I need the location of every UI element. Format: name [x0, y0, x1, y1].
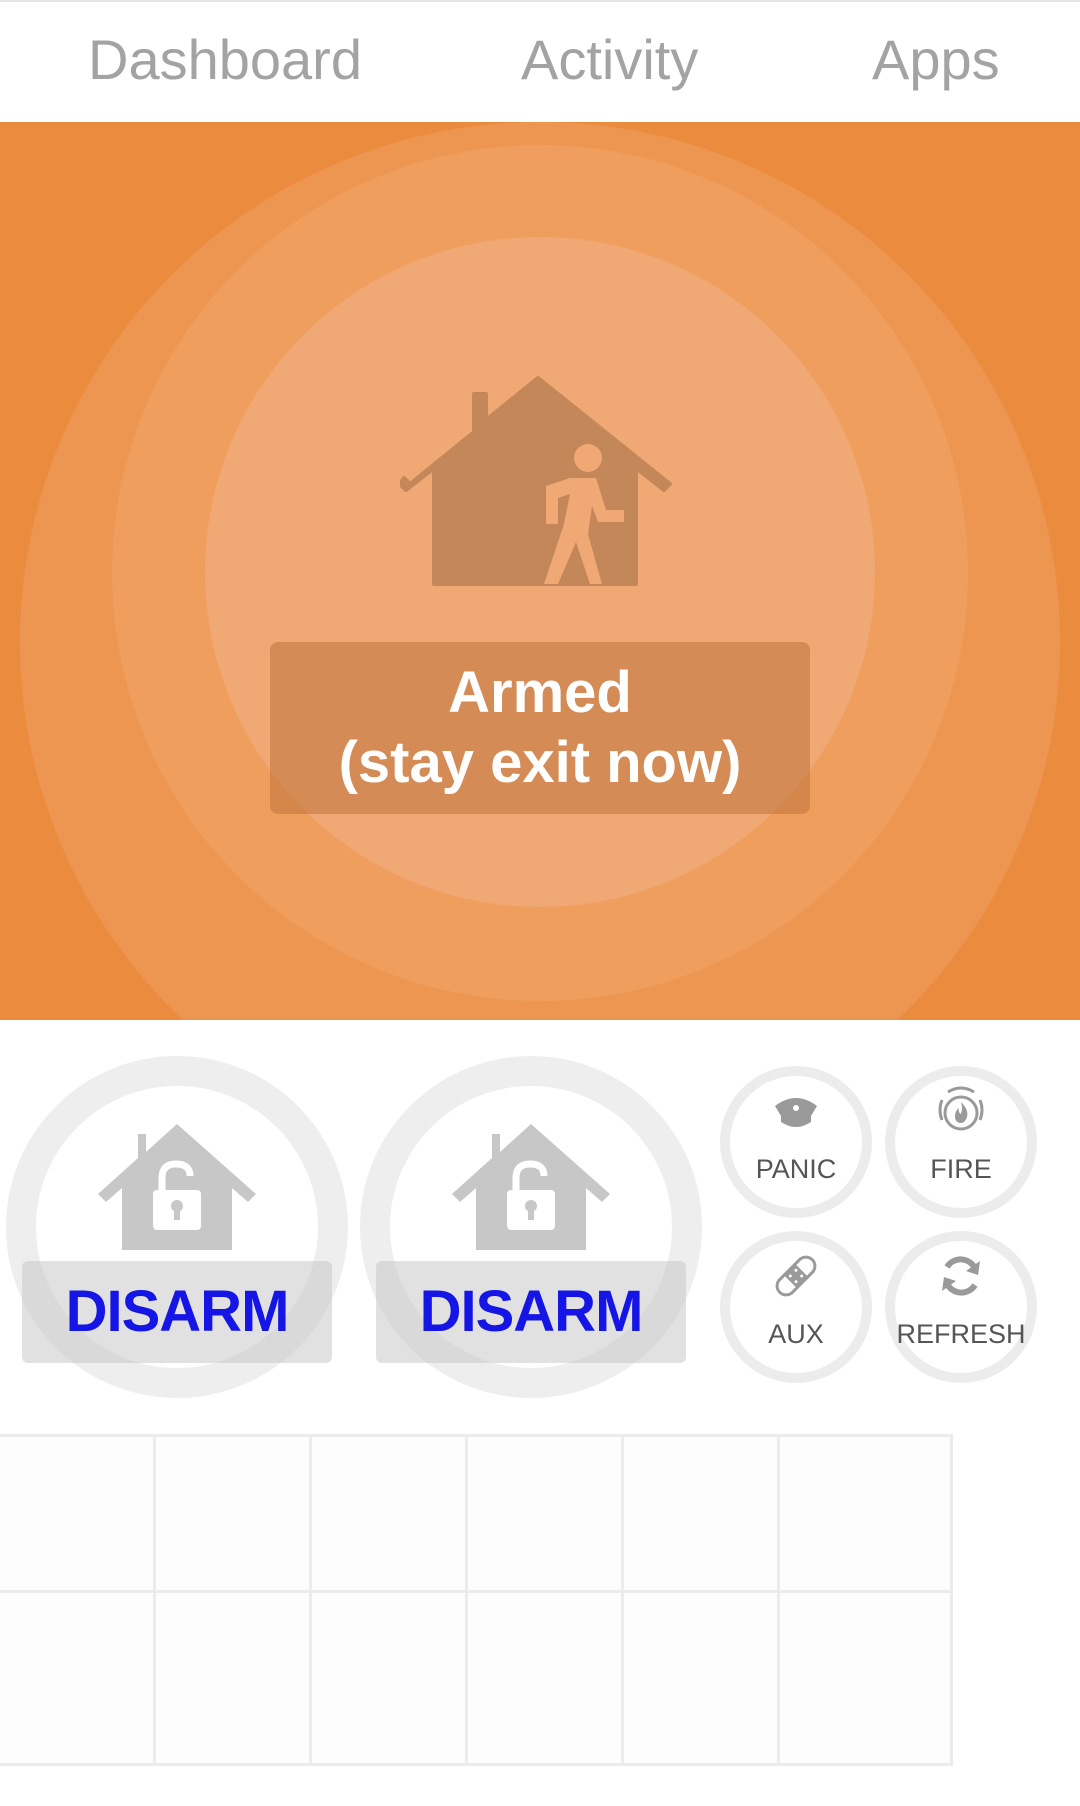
tab-activity[interactable]: Activity: [521, 28, 698, 92]
panic-label: PANIC: [755, 1154, 837, 1184]
police-cap-icon: [775, 1098, 817, 1127]
device-tile[interactable]: [153, 1590, 329, 1766]
device-tile[interactable]: [153, 1434, 329, 1610]
device-tile[interactable]: [777, 1434, 953, 1610]
status-subtitle: (stay exit now): [338, 730, 742, 795]
device-tile-grid: [0, 1434, 1080, 1806]
fire-icon: [938, 1086, 984, 1131]
device-tile[interactable]: [309, 1590, 485, 1766]
house-unlocked-icon: [452, 1124, 610, 1250]
top-navigation: Dashboard Activity Apps: [0, 0, 1080, 122]
house-unlocked-icon: [98, 1124, 256, 1250]
status-label: Armed (stay exit now): [270, 642, 810, 814]
device-tile[interactable]: [309, 1434, 485, 1610]
tab-apps[interactable]: Apps: [872, 28, 1000, 92]
device-tile[interactable]: [0, 1434, 173, 1610]
refresh-label: REFRESH: [896, 1319, 1026, 1349]
controls-panel: DISARM DISARM PANIC FIRE AUX REFRESH: [0, 1020, 1080, 1440]
fire-label: FIRE: [930, 1154, 992, 1184]
refresh-button[interactable]: REFRESH: [885, 1231, 1037, 1383]
device-tile[interactable]: [621, 1434, 797, 1610]
device-tile[interactable]: [465, 1590, 641, 1766]
device-tile[interactable]: [621, 1590, 797, 1766]
bandage-icon: [775, 1255, 817, 1297]
aux-button[interactable]: AUX: [720, 1231, 872, 1383]
fire-button[interactable]: FIRE: [885, 1066, 1037, 1218]
device-tile[interactable]: [465, 1434, 641, 1610]
disarm-label: DISARM: [376, 1261, 686, 1363]
panic-button[interactable]: PANIC: [720, 1066, 872, 1218]
house-person-exit-icon: [400, 376, 672, 586]
disarm-label: DISARM: [22, 1261, 332, 1363]
aux-label: AUX: [768, 1319, 824, 1349]
disarm-button[interactable]: DISARM: [6, 1056, 348, 1398]
tab-dashboard[interactable]: Dashboard: [88, 28, 362, 92]
status-title: Armed: [448, 660, 632, 725]
disarm-button[interactable]: DISARM: [360, 1056, 702, 1398]
device-tile[interactable]: [777, 1590, 953, 1766]
refresh-icon: [942, 1256, 980, 1296]
security-status-panel: Armed (stay exit now): [0, 122, 1080, 1020]
device-tile[interactable]: [0, 1590, 173, 1766]
